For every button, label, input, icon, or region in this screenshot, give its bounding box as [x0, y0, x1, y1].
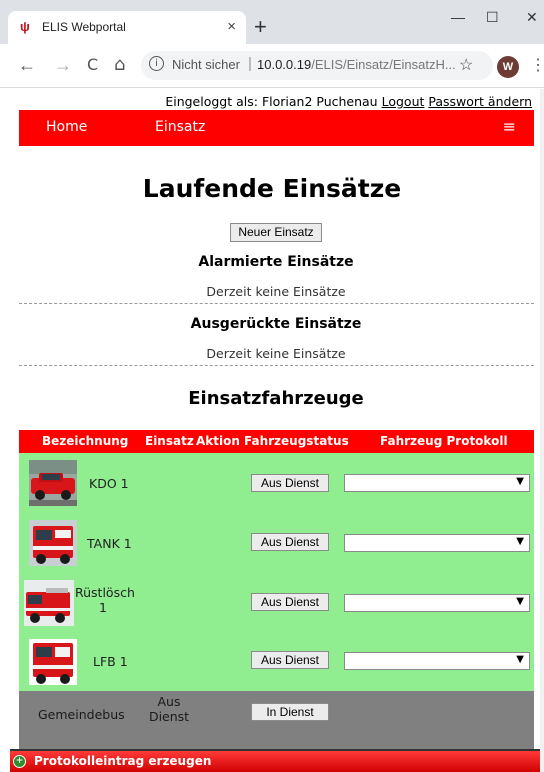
einsatz-status-line1: Aus: [157, 694, 181, 709]
back-icon[interactable]: ←: [18, 55, 36, 75]
bookmark-star-icon[interactable]: ☆: [459, 55, 473, 75]
nav-einsatz[interactable]: Einsatz: [155, 119, 205, 135]
page-content: Eingeloggt als: Florian2 Puchenau Logout…: [0, 89, 544, 772]
reload-icon[interactable]: C: [87, 55, 98, 75]
protocol-entry-bar[interactable]: + Protokolleintrag erzeugen: [10, 749, 540, 772]
minimize-icon[interactable]: —: [451, 9, 465, 25]
maximize-icon[interactable]: ☐: [486, 9, 499, 26]
dropdown-arrow-icon: ▼: [516, 476, 524, 487]
ruestloesch-vehicle-photo: [24, 580, 74, 626]
in-dienst-button[interactable]: In Dienst: [251, 703, 329, 721]
tab-close-icon[interactable]: ×: [227, 18, 236, 35]
col-einsatz: Einsatz: [145, 434, 194, 448]
col-aktion: Aktion: [196, 434, 240, 448]
vehicle-name: Rüstlösch 1: [75, 585, 135, 615]
aus-dienst-button[interactable]: Aus Dienst: [251, 533, 329, 551]
aus-dienst-button[interactable]: Aus Dienst: [251, 474, 329, 492]
page-title: Laufende Einsätze: [142, 174, 402, 203]
add-circle-icon: +: [13, 755, 26, 768]
browser-tab[interactable]: ψ ELIS Webportal ×: [8, 11, 246, 44]
protocol-select[interactable]: ▼: [344, 652, 530, 670]
protocol-entry-label: Protokolleintrag erzeugen: [34, 754, 212, 768]
tank-vehicle-photo: [29, 520, 77, 566]
protocol-select[interactable]: ▼: [344, 594, 530, 612]
vehicle-name: TANK 1: [87, 536, 132, 551]
home-icon[interactable]: ⌂: [114, 55, 125, 75]
vehicle-name-line2: 1: [99, 600, 107, 615]
vehicle-name: LFB 1: [93, 654, 128, 669]
info-icon[interactable]: i: [149, 56, 164, 71]
logged-in-label: Eingeloggt als: Florian2 Puchenau: [165, 94, 378, 109]
new-einsatz-button[interactable]: Neuer Einsatz: [230, 223, 322, 242]
lfb-vehicle-photo: [29, 639, 77, 685]
browser-tab-strip: ψ ELIS Webportal × + — ☐ ✕: [0, 0, 544, 44]
vehicles-title: Einsatzfahrzeuge: [188, 388, 364, 409]
elis-favicon-icon: ψ: [20, 19, 30, 34]
vehicle-name: Gemeindebus: [38, 707, 125, 722]
browser-menu-icon[interactable]: ⋮: [530, 55, 544, 75]
page-scrollbar[interactable]: [540, 89, 544, 772]
profile-avatar[interactable]: W: [497, 56, 519, 78]
login-status: Eingeloggt als: Florian2 Puchenau Logout…: [165, 94, 532, 109]
vehicle-name: KDO 1: [89, 476, 129, 491]
alarmed-empty-message: Derzeit keine Einsätze: [206, 284, 346, 299]
address-bar: ← → C ⌂ i Nicht sicher | 10.0.0.19/ELIS/…: [0, 44, 544, 88]
aus-dienst-button[interactable]: Aus Dienst: [251, 593, 329, 611]
url-path: /ELIS/Einsatz/EinsatzH...: [311, 57, 456, 72]
col-fahrzeugstatus: Fahrzeugstatus: [244, 434, 349, 448]
vehicle-einsatz-status: Aus Dienst: [147, 694, 191, 724]
departed-section-title: Ausgerückte Einsätze: [190, 316, 362, 332]
vehicle-name-line1: Rüstlösch: [75, 585, 135, 600]
tab-title: ELIS Webportal: [42, 20, 126, 34]
forward-icon[interactable]: →: [54, 55, 72, 75]
nav-home[interactable]: Home: [46, 119, 87, 135]
einsatz-status-line2: Dienst: [148, 709, 190, 724]
section-divider: [19, 365, 534, 366]
change-password-link[interactable]: Passwort ändern: [428, 94, 532, 109]
table-row: Gemeindebus Aus Dienst In Dienst: [19, 691, 534, 751]
not-secure-label: Nicht sicher: [172, 57, 240, 72]
col-fahrzeug-protokoll: Fahrzeug Protokoll: [380, 434, 508, 448]
kdo-vehicle-photo: [29, 460, 77, 506]
departed-empty-message: Derzeit keine Einsätze: [206, 346, 346, 361]
dropdown-arrow-icon: ▼: [516, 654, 524, 665]
new-tab-icon[interactable]: +: [254, 16, 267, 38]
main-navbar: Home Einsatz ≡: [19, 110, 534, 146]
logout-link[interactable]: Logout: [382, 94, 425, 109]
url-separator: |: [248, 55, 252, 72]
dropdown-arrow-icon: ▼: [516, 596, 524, 607]
vehicles-available-rows: KDO 1 Aus Dienst ▼ TANK 1 Aus Dienst ▼ R…: [19, 453, 534, 691]
col-bezeichnung: Bezeichnung: [42, 434, 129, 448]
url-field[interactable]: i Nicht sicher | 10.0.0.19/ELIS/Einsatz/…: [141, 51, 493, 80]
vehicles-table-header: Bezeichnung Einsatz Aktion Fahrzeugstatu…: [19, 430, 534, 453]
section-divider: [19, 303, 534, 304]
aus-dienst-button[interactable]: Aus Dienst: [251, 651, 329, 669]
url-host: 10.0.0.19: [257, 57, 312, 72]
hamburger-menu-icon[interactable]: ≡: [503, 117, 516, 136]
protocol-select[interactable]: ▼: [344, 474, 530, 492]
dropdown-arrow-icon: ▼: [516, 536, 524, 547]
alarmed-section-title: Alarmierte Einsätze: [198, 254, 354, 270]
window-close-icon[interactable]: ✕: [526, 9, 538, 26]
protocol-select[interactable]: ▼: [344, 534, 530, 552]
url-text: 10.0.0.19/ELIS/Einsatz/EinsatzH...: [257, 57, 456, 72]
